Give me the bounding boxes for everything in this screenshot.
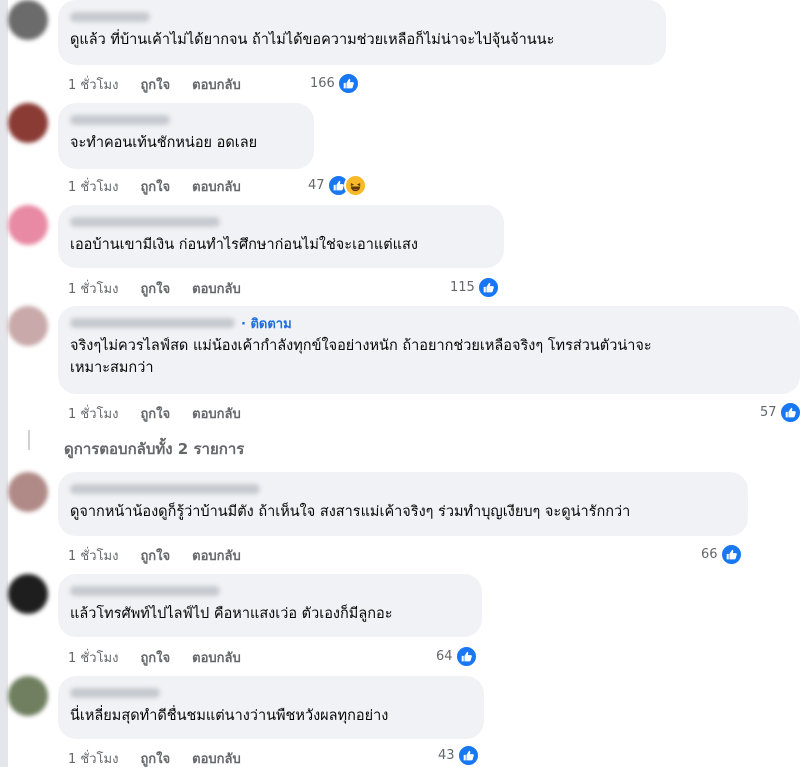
- comment-bubble: ดูแล้ว ที่บ้านเค้าไม่ได้ยากจน ถ้าไม่ได้ข…: [58, 0, 666, 65]
- reaction-summary[interactable]: 47: [308, 174, 367, 197]
- haha-icon: [343, 174, 367, 197]
- comment-actions: 1 ชั่วโมง ถูกใจ ตอบกลับ: [68, 647, 263, 668]
- like-icon: [336, 72, 360, 95]
- reply-button[interactable]: ตอบกลับ: [192, 647, 241, 668]
- avatar[interactable]: [8, 472, 48, 512]
- reaction-count: 115: [450, 280, 475, 295]
- reaction-summary[interactable]: 66: [701, 543, 743, 566]
- reaction-count: 57: [760, 405, 777, 420]
- comment-actions: 1 ชั่วโมง ถูกใจ ตอบกลับ: [68, 403, 263, 424]
- reply-button[interactable]: ตอบกลับ: [192, 748, 241, 769]
- reply-button[interactable]: ตอบกลับ: [192, 545, 241, 566]
- comment-text: เออบ้านเขามีเงิน ก่อนทำไรศึกษาก่อนไม่ใช่…: [70, 237, 418, 253]
- reaction-count: 64: [436, 649, 453, 664]
- comment-text: ดูแล้ว ที่บ้านเค้าไม่ได้ยากจน ถ้าไม่ได้ข…: [70, 32, 555, 48]
- like-icon: [456, 744, 480, 767]
- author-name[interactable]: [70, 8, 654, 26]
- avatar[interactable]: [8, 574, 48, 614]
- timestamp[interactable]: 1 ชั่วโมง: [68, 748, 118, 769]
- comment-text: แล้วโทรศัพท์ไปไลฟ์ไป คือหาแสงเว่อ ตัวเอง…: [70, 606, 393, 622]
- like-button[interactable]: ถูกใจ: [140, 545, 170, 566]
- comment-bubble: นี่เหลี่ยมสุดทำดีชื่นชมแต่นางว่านพืชหวัง…: [58, 676, 484, 739]
- comment-actions: 1 ชั่วโมง ถูกใจ ตอบกลับ: [68, 74, 263, 95]
- comment-text: นี่เหลี่ยมสุดทำดีชื่นชมแต่นางว่านพืชหวัง…: [70, 708, 389, 724]
- comment-bubble: · ติดตาม จริงๆไม่ควรไลฟ์สด แม่น้องเค้ากำ…: [58, 306, 800, 394]
- like-icon: [719, 543, 743, 566]
- avatar[interactable]: [8, 306, 48, 346]
- timestamp[interactable]: 1 ชั่วโมง: [68, 403, 118, 424]
- author-name[interactable]: [70, 582, 470, 600]
- left-edge-border: [0, 0, 8, 767]
- reaction-count: 43: [438, 748, 455, 763]
- like-button[interactable]: ถูกใจ: [140, 278, 170, 299]
- comment-actions: 1 ชั่วโมง ถูกใจ ตอบกลับ: [68, 176, 263, 197]
- reaction-summary[interactable]: 57: [760, 401, 800, 424]
- reply-button[interactable]: ตอบกลับ: [192, 176, 241, 197]
- like-button[interactable]: ถูกใจ: [140, 176, 170, 197]
- avatar[interactable]: [8, 205, 48, 245]
- like-icon: [778, 401, 800, 424]
- comment-bubble: แล้วโทรศัพท์ไปไลฟ์ไป คือหาแสงเว่อ ตัวเอง…: [58, 574, 482, 637]
- comment-text: จะทำคอนเท้นชักหน่อย อดเลย: [70, 135, 258, 151]
- reply-button[interactable]: ตอบกลับ: [192, 74, 241, 95]
- like-icon: [454, 645, 478, 668]
- comment-text: จริงๆไม่ควรไลฟ์สด แม่น้องเค้ากำลังทุกข์ใ…: [70, 338, 652, 376]
- follow-link[interactable]: · ติดตาม: [241, 313, 292, 334]
- thread-connector: [28, 430, 30, 450]
- timestamp[interactable]: 1 ชั่วโมง: [68, 545, 118, 566]
- reply-button[interactable]: ตอบกลับ: [192, 403, 241, 424]
- author-name[interactable]: [70, 480, 736, 498]
- author-name[interactable]: [70, 213, 492, 231]
- author-name[interactable]: [70, 111, 302, 129]
- like-button[interactable]: ถูกใจ: [140, 403, 170, 424]
- comment-actions: 1 ชั่วโมง ถูกใจ ตอบกลับ: [68, 748, 263, 769]
- reaction-summary[interactable]: 64: [436, 645, 478, 668]
- reaction-count: 66: [701, 547, 718, 562]
- comment-actions: 1 ชั่วโมง ถูกใจ ตอบกลับ: [68, 278, 263, 299]
- like-button[interactable]: ถูกใจ: [140, 647, 170, 668]
- timestamp[interactable]: 1 ชั่วโมง: [68, 278, 118, 299]
- view-replies-link[interactable]: ดูการตอบกลับทั้ง 2 รายการ: [64, 437, 244, 461]
- reply-button[interactable]: ตอบกลับ: [192, 278, 241, 299]
- author-name[interactable]: · ติดตาม: [70, 314, 788, 332]
- avatar[interactable]: [8, 0, 48, 40]
- timestamp[interactable]: 1 ชั่วโมง: [68, 176, 118, 197]
- avatar[interactable]: [8, 103, 48, 143]
- comment-bubble: เออบ้านเขามีเงิน ก่อนทำไรศึกษาก่อนไม่ใช่…: [58, 205, 504, 268]
- reaction-count: 47: [308, 178, 325, 193]
- like-button[interactable]: ถูกใจ: [140, 74, 170, 95]
- avatar[interactable]: [8, 676, 48, 716]
- reaction-summary[interactable]: 43: [438, 744, 480, 767]
- author-name[interactable]: [70, 684, 472, 702]
- like-icon: [476, 276, 500, 299]
- reaction-count: 166: [310, 76, 335, 91]
- timestamp[interactable]: 1 ชั่วโมง: [68, 647, 118, 668]
- comment-actions: 1 ชั่วโมง ถูกใจ ตอบกลับ: [68, 545, 263, 566]
- comment-bubble: จะทำคอนเท้นชักหน่อย อดเลย: [58, 103, 314, 169]
- reaction-summary[interactable]: 115: [450, 276, 500, 299]
- like-button[interactable]: ถูกใจ: [140, 748, 170, 769]
- reaction-summary[interactable]: 166: [310, 72, 360, 95]
- comment-text: ดูจากหน้าน้องดูก็รู้ว่าบ้านมีตัง ถ้าเห็น…: [70, 504, 631, 520]
- comment-bubble: ดูจากหน้าน้องดูก็รู้ว่าบ้านมีตัง ถ้าเห็น…: [58, 472, 748, 536]
- timestamp[interactable]: 1 ชั่วโมง: [68, 74, 118, 95]
